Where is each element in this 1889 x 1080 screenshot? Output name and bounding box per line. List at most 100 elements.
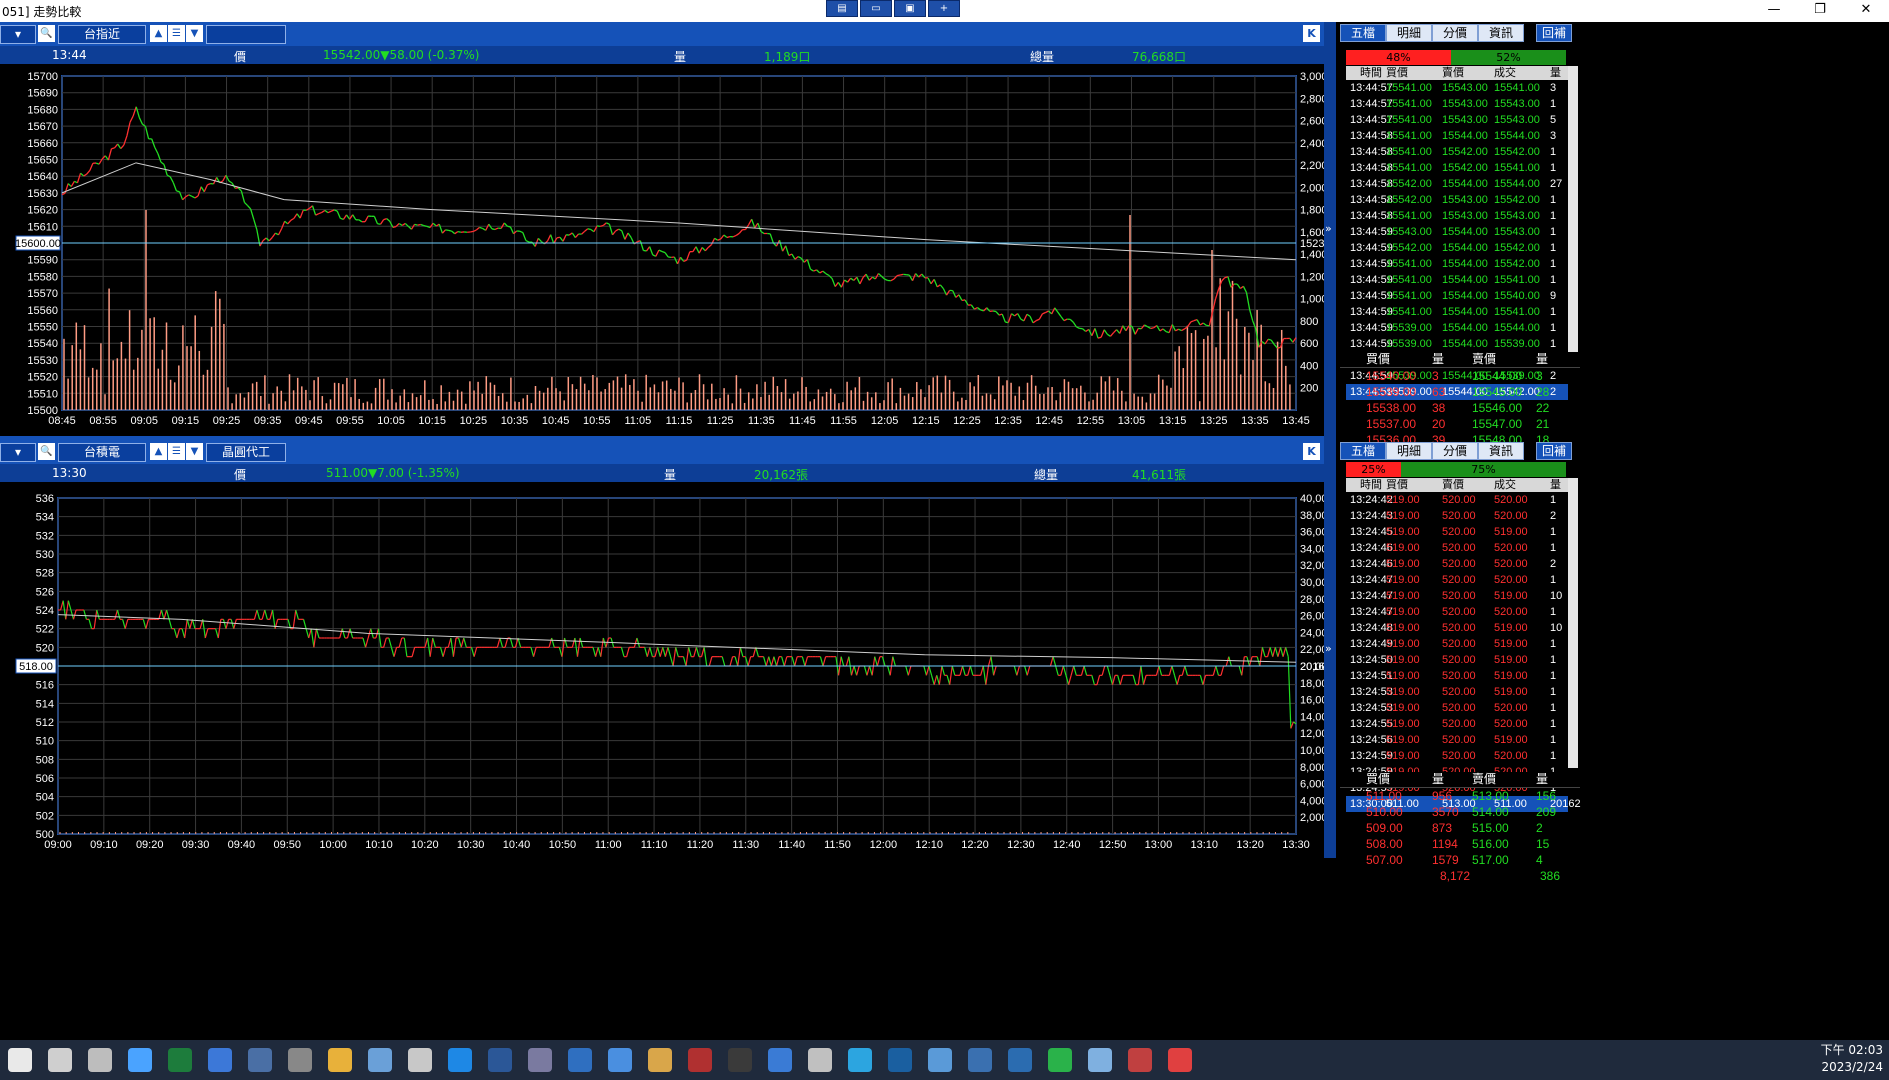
orderbook-row[interactable]: 510.00 3570 514.00 209 bbox=[1340, 804, 1580, 820]
tick-row[interactable]: 13:24:42 519.00 520.00 520.00 1 bbox=[1346, 492, 1568, 508]
tick-row[interactable]: 13:24:59519.00520.00520.001 bbox=[1346, 748, 1568, 764]
orderbook-row[interactable]: 509.00 873 515.00 2 bbox=[1340, 820, 1580, 836]
side-splitter[interactable]: » » bbox=[1324, 22, 1336, 858]
top-selector-dropdown[interactable]: ▾ bbox=[0, 25, 36, 44]
app-icon[interactable] bbox=[408, 1048, 432, 1072]
list-icon[interactable]: ☰ bbox=[168, 443, 185, 460]
app-icon[interactable] bbox=[288, 1048, 312, 1072]
search-icon[interactable]: 🔍 bbox=[38, 443, 55, 460]
tick-row[interactable]: 13:24:46 519.00 520.00 520.00 1 bbox=[1346, 540, 1568, 556]
k-chart-button[interactable]: K bbox=[1303, 443, 1320, 460]
taskview-icon[interactable] bbox=[88, 1048, 112, 1072]
app-icon[interactable] bbox=[208, 1048, 232, 1072]
tick-row[interactable]: 13:44:57 15541.00 15543.00 15543.00 5 bbox=[1346, 112, 1568, 128]
arrow-up-icon[interactable]: ▲ bbox=[150, 443, 167, 460]
list-icon[interactable]: ☰ bbox=[168, 25, 185, 42]
tick-row[interactable]: 13:44:59 15541.00 15544.00 15541.00 1 bbox=[1346, 304, 1568, 320]
tick-row[interactable]: 13:24:50 519.00 520.00 519.00 1 bbox=[1346, 652, 1568, 668]
tick-row[interactable]: 13:24:53 519.00 520.00 520.00 1 bbox=[1346, 700, 1568, 716]
tick-row[interactable]: 13:24:43 519.00 520.00 520.00 2 bbox=[1346, 508, 1568, 524]
app-icon[interactable] bbox=[1168, 1048, 1192, 1072]
search-icon[interactable]: 🔍 bbox=[38, 25, 55, 42]
minimize-button[interactable]: — bbox=[1751, 0, 1797, 20]
orderbook-row[interactable]: 15540.00 3 15544.00 3 bbox=[1340, 368, 1580, 384]
tick-row[interactable]: 13:44:5915539.0015544.0015544.001 bbox=[1346, 320, 1568, 336]
tick-row[interactable]: 13:44:58 15542.00 15543.00 15542.00 1 bbox=[1346, 192, 1568, 208]
layout-icon-3[interactable]: ▣ bbox=[894, 0, 926, 17]
app-icon[interactable] bbox=[368, 1048, 392, 1072]
app-icon[interactable] bbox=[728, 1048, 752, 1072]
tick-row[interactable]: 13:44:58 15541.00 15542.00 15541.00 1 bbox=[1346, 160, 1568, 176]
tick-row[interactable]: 13:44:59 15541.00 15544.00 15540.00 9 bbox=[1346, 288, 1568, 304]
tab-detail[interactable]: 明細 bbox=[1386, 24, 1432, 42]
edge-icon[interactable] bbox=[448, 1048, 472, 1072]
tick-row[interactable]: 13:44:59 15541.00 15544.00 15541.00 1 bbox=[1346, 272, 1568, 288]
app-icon[interactable] bbox=[968, 1048, 992, 1072]
app-icon[interactable] bbox=[768, 1048, 792, 1072]
app-icon[interactable] bbox=[648, 1048, 672, 1072]
tick-detail-table-top[interactable]: 時間 買價 賣價 成交量 13:44:57 15541.00 15543.00 15541.0… bbox=[1346, 66, 1568, 400]
app-icon[interactable] bbox=[608, 1048, 632, 1072]
back-button[interactable]: 回補 bbox=[1536, 24, 1572, 42]
maximize-button[interactable]: ❐ bbox=[1797, 0, 1843, 20]
app-icon[interactable] bbox=[248, 1048, 272, 1072]
bottom-group-field[interactable]: 晶圓代工 bbox=[206, 443, 286, 462]
app-icon[interactable] bbox=[688, 1048, 712, 1072]
tick-row[interactable]: 13:44:57 15541.00 15543.00 15541.00 3 bbox=[1346, 80, 1568, 96]
orderbook-row[interactable]: 15538.00 38 15546.00 22 bbox=[1340, 400, 1580, 416]
layout-icon-1[interactable]: ▤ bbox=[826, 0, 858, 17]
tick-row[interactable]: 13:44:57 15541.00 15543.00 15543.00 1 bbox=[1346, 96, 1568, 112]
back-button[interactable]: 回補 bbox=[1536, 442, 1572, 460]
xq-icon[interactable] bbox=[568, 1048, 592, 1072]
photos-icon[interactable] bbox=[928, 1048, 952, 1072]
tick-row[interactable]: 13:44:59 15542.00 15544.00 15542.00 1 bbox=[1346, 240, 1568, 256]
excel-icon[interactable] bbox=[168, 1048, 192, 1072]
search-icon[interactable] bbox=[48, 1048, 72, 1072]
k-chart-button[interactable]: K bbox=[1303, 25, 1320, 42]
orderbook-row[interactable]: 511.00 956 513.00 156 bbox=[1340, 788, 1580, 804]
bottom-selector-dropdown[interactable]: ▾ bbox=[0, 443, 36, 462]
orderbook-row[interactable]: 507.00 1579 517.00 4 bbox=[1340, 852, 1580, 868]
tick-row[interactable]: 13:44:59 15543.00 15544.00 15543.00 1 bbox=[1346, 224, 1568, 240]
collapse-icon[interactable]: » bbox=[1325, 222, 1332, 235]
tick-row[interactable]: 13:44:59 15541.00 15544.00 15542.00 1 bbox=[1346, 256, 1568, 272]
tick-row[interactable]: 13:44:59 15539.00 15544.00 15539.00 1 bbox=[1346, 336, 1568, 352]
tab-five-levels[interactable]: 五檔 bbox=[1340, 442, 1386, 460]
top-symbol-field[interactable]: 台指近 bbox=[58, 25, 146, 44]
chevron-down-icon[interactable]: ▼ bbox=[186, 443, 203, 460]
tick-row[interactable]: 13:24:45 519.00 520.00 519.00 1 bbox=[1346, 524, 1568, 540]
chevron-down-icon[interactable]: ▼ bbox=[186, 25, 203, 42]
bottom-price-chart[interactable]: 5365345325305285265245225205185165145125… bbox=[0, 482, 1336, 858]
tab-price-dist[interactable]: 分價 bbox=[1432, 24, 1478, 42]
app-icon[interactable] bbox=[1008, 1048, 1032, 1072]
tick-row[interactable]: 13:24:47 519.00 520.00 520.00 1 bbox=[1346, 572, 1568, 588]
tick-row[interactable]: 13:24:51 519.00 520.00 519.00 1 bbox=[1346, 668, 1568, 684]
telegram-icon[interactable] bbox=[848, 1048, 872, 1072]
scrollbar[interactable] bbox=[1568, 478, 1578, 768]
tick-row[interactable]: 13:24:56 519.00 520.00 519.00 1 bbox=[1346, 732, 1568, 748]
orderbook-row[interactable]: 508.00 1194 516.00 15 bbox=[1340, 836, 1580, 852]
orderbook-row[interactable]: 15537.00 20 15547.00 21 bbox=[1340, 416, 1580, 432]
files-icon[interactable] bbox=[328, 1048, 352, 1072]
store-icon[interactable] bbox=[808, 1048, 832, 1072]
tick-row[interactable]: 13:44:58 15541.00 15543.00 15543.00 1 bbox=[1346, 208, 1568, 224]
tick-row[interactable]: 13:24:53 519.00 520.00 519.00 1 bbox=[1346, 684, 1568, 700]
tick-detail-table-bottom[interactable]: 時間 買價 賣價 成交量 13:24:42 519.00 520.00 520.00 1 13:2… bbox=[1346, 478, 1581, 812]
tab-price-dist[interactable]: 分價 bbox=[1432, 442, 1478, 460]
tab-detail[interactable]: 明細 bbox=[1386, 442, 1432, 460]
top-price-chart[interactable]: 15700 15690 15680 15670 15660 15650 15640 15630… bbox=[0, 64, 1336, 434]
app-icon[interactable] bbox=[528, 1048, 552, 1072]
arrow-up-icon[interactable]: ▲ bbox=[150, 25, 167, 42]
tab-info[interactable]: 資訊 bbox=[1478, 442, 1524, 460]
tick-row[interactable]: 13:44:58 15541.00 15542.00 15542.00 1 bbox=[1346, 144, 1568, 160]
top-group-field[interactable] bbox=[206, 25, 286, 44]
layout-icon-2[interactable]: ▭ bbox=[860, 0, 892, 17]
app-icon[interactable] bbox=[888, 1048, 912, 1072]
tick-row[interactable]: 13:24:47 519.00 520.00 520.00 1 bbox=[1346, 604, 1568, 620]
tab-five-levels[interactable]: 五檔 bbox=[1340, 24, 1386, 42]
tick-row[interactable]: 13:24:49 519.00 520.00 519.00 1 bbox=[1346, 636, 1568, 652]
tick-row[interactable]: 13:44:58 15542.00 15544.00 15544.00 27 bbox=[1346, 176, 1568, 192]
bottom-symbol-field[interactable]: 台積電 bbox=[58, 443, 146, 462]
orderbook-row[interactable]: 15539.00 63 15545.00 28 bbox=[1340, 384, 1580, 400]
tab-info[interactable]: 資訊 bbox=[1478, 24, 1524, 42]
